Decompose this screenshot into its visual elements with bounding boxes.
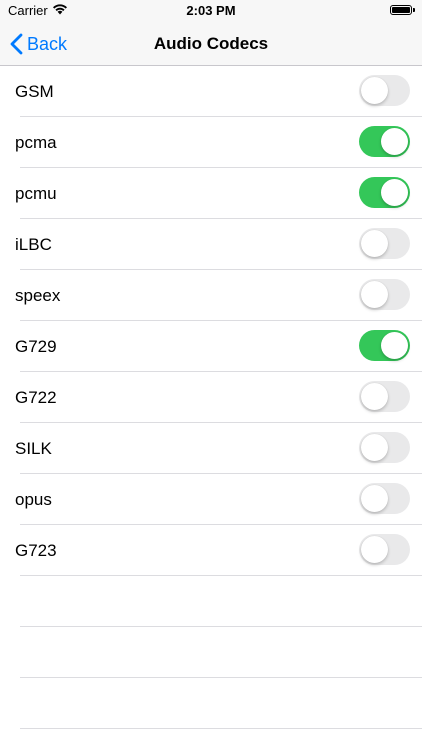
toggle-knob — [361, 230, 388, 257]
codec-label: speex — [15, 286, 61, 305]
battery-tip — [413, 8, 415, 12]
toggle-knob — [381, 179, 408, 206]
codec-toggle[interactable] — [359, 534, 410, 565]
empty-row — [0, 627, 422, 678]
toggle-knob — [381, 332, 408, 359]
codec-row: G723 — [0, 525, 422, 576]
codec-toggle[interactable] — [359, 75, 410, 106]
page-title: Audio Codecs — [153, 34, 269, 53]
codec-label: G729 — [15, 337, 57, 356]
codec-toggle[interactable] — [359, 432, 410, 463]
codec-label: SILK — [15, 439, 52, 458]
codec-row: G729 — [0, 321, 422, 372]
codec-label: GSM — [15, 82, 54, 101]
codec-label: pcmu — [15, 184, 57, 203]
toggle-knob — [361, 536, 388, 563]
toggle-knob — [361, 383, 388, 410]
codec-toggle[interactable] — [359, 279, 410, 310]
codec-row: SILK — [0, 423, 422, 474]
codec-label: pcma — [15, 133, 57, 152]
empty-row — [0, 678, 422, 729]
status-bar: Carrier 2:03 PM — [0, 0, 422, 22]
navigation-bar: Back Audio Codecs — [0, 22, 422, 66]
codec-row: pcmu — [0, 168, 422, 219]
battery-icon — [390, 5, 412, 15]
toggle-knob — [361, 281, 388, 308]
codec-toggle[interactable] — [359, 126, 410, 157]
codec-row: speex — [0, 270, 422, 321]
codec-label: opus — [15, 490, 52, 509]
codec-list: GSM pcma pcmu iLBC speex G729 G722 SILK … — [0, 66, 422, 729]
codec-toggle[interactable] — [359, 483, 410, 514]
codec-row: iLBC — [0, 219, 422, 270]
codec-toggle[interactable] — [359, 381, 410, 412]
toggle-knob — [361, 77, 388, 104]
toggle-knob — [381, 128, 408, 155]
codec-toggle[interactable] — [359, 228, 410, 259]
status-time: 2:03 PM — [186, 3, 236, 18]
codec-label: G723 — [15, 541, 57, 560]
codec-label: iLBC — [15, 235, 52, 254]
codec-row: GSM — [0, 66, 422, 117]
codec-toggle[interactable] — [359, 330, 410, 361]
codec-toggle[interactable] — [359, 177, 410, 208]
codec-row: pcma — [0, 117, 422, 168]
toggle-knob — [361, 434, 388, 461]
toggle-knob — [361, 485, 388, 512]
codec-label: G722 — [15, 388, 57, 407]
codec-row: G722 — [0, 372, 422, 423]
codec-row: opus — [0, 474, 422, 525]
empty-row — [0, 576, 422, 627]
